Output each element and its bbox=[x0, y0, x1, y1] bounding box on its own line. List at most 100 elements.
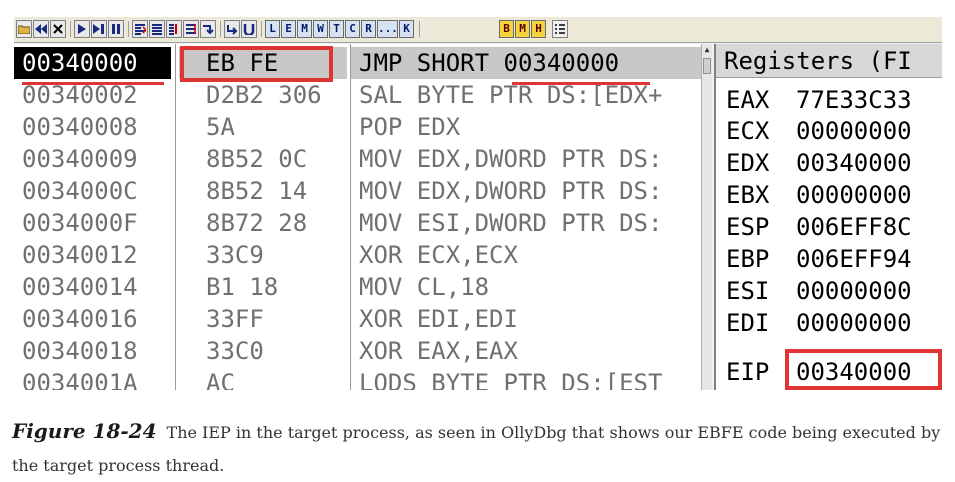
window-button-hardware-breakpoints[interactable]: H bbox=[531, 20, 546, 38]
disasm-address: 00340016 bbox=[22, 305, 138, 333]
disassembly-pane[interactable]: 00340000 EB FE JMP SHORT 00340000 00340002 D… bbox=[14, 44, 712, 390]
disasm-hex-bytes: B1 18 bbox=[206, 273, 279, 301]
window-button-breakpoints[interactable]: B bbox=[499, 20, 514, 38]
close-icon[interactable] bbox=[50, 20, 66, 38]
disasm-instruction: JMP SHORT 00340000 bbox=[351, 47, 701, 79]
register-row[interactable]: EBP 006EFF94 bbox=[726, 243, 912, 275]
disasm-instruction: XOR EAX,EAX bbox=[359, 337, 518, 365]
disasm-instruction: POP EDX bbox=[359, 113, 461, 141]
disasm-row[interactable]: 00340018 33C0 XOR EAX,EAX bbox=[14, 335, 711, 367]
user-icon[interactable] bbox=[241, 20, 257, 38]
eip-highlight-box bbox=[785, 349, 942, 390]
register-name: ECX bbox=[726, 117, 770, 145]
disasm-hex-bytes: AC bbox=[206, 369, 235, 390]
run-icon[interactable] bbox=[74, 20, 90, 38]
registers-header: Registers (FI bbox=[716, 44, 942, 78]
register-value: 00000000 bbox=[796, 181, 912, 209]
disasm-address: 0034001A bbox=[22, 369, 138, 390]
register-value: 00340000 bbox=[796, 149, 912, 177]
scroll-up-arrow-icon[interactable]: ▲ bbox=[702, 44, 712, 56]
toolbar-separator bbox=[261, 21, 262, 37]
window-button-windows[interactable]: W bbox=[313, 20, 328, 38]
vertical-scrollbar[interactable]: ▲ bbox=[701, 44, 712, 390]
column-separator bbox=[350, 44, 351, 390]
trace-over-icon[interactable] bbox=[183, 20, 199, 38]
open-folder-icon[interactable] bbox=[16, 20, 32, 38]
window-button-memory[interactable]: M bbox=[297, 20, 312, 38]
register-name: EDX bbox=[726, 149, 770, 177]
register-value: 006EFF8C bbox=[796, 213, 912, 241]
disasm-address: 00340008 bbox=[22, 113, 138, 141]
register-value: 77E33C33 bbox=[796, 86, 912, 114]
disasm-hex-bytes: 33C0 bbox=[206, 337, 264, 365]
window-button-references[interactable]: R bbox=[361, 20, 376, 38]
disasm-row[interactable]: 00340012 33C9 XOR ECX,ECX bbox=[14, 239, 711, 271]
disasm-address: 00340000 bbox=[14, 47, 171, 79]
register-value: 00000000 bbox=[796, 277, 912, 305]
disasm-address: 0034000C bbox=[22, 177, 138, 205]
disasm-row[interactable]: 00340014 B1 18 MOV CL,18 bbox=[14, 271, 711, 303]
disasm-hex-bytes: 8B52 14 bbox=[206, 177, 308, 205]
disasm-row[interactable]: 0034001A AC LODS BYTE PTR DS:[EST bbox=[14, 367, 711, 390]
window-button-threads[interactable]: T bbox=[329, 20, 344, 38]
window-button-modules[interactable]: E bbox=[281, 20, 296, 38]
disasm-hex-bytes: 5A bbox=[206, 113, 235, 141]
register-row[interactable]: ECX 00000000 bbox=[726, 115, 912, 147]
register-name: EBX bbox=[726, 181, 770, 209]
disasm-instruction: MOV EDX,DWORD PTR DS: bbox=[359, 177, 663, 205]
disasm-instruction: MOV EDX,DWORD PTR DS: bbox=[359, 145, 663, 173]
register-name: ESP bbox=[726, 213, 770, 241]
register-row[interactable]: EAX 77E33C33 bbox=[726, 84, 912, 116]
window-button-memory-breakpoints[interactable]: M bbox=[515, 20, 530, 38]
disasm-row[interactable]: 00340009 8B52 0C MOV EDX,DWORD PTR DS: bbox=[14, 143, 711, 175]
register-value: 00000000 bbox=[796, 117, 912, 145]
disasm-row[interactable]: 00340016 33FF XOR EDI,EDI bbox=[14, 303, 711, 335]
register-row[interactable]: EDI 00000000 bbox=[726, 307, 912, 339]
run-thread-icon[interactable] bbox=[91, 20, 107, 38]
trace-into-icon[interactable] bbox=[166, 20, 182, 38]
toolbar-separator bbox=[220, 21, 221, 37]
register-row[interactable]: ESP 006EFF8C bbox=[726, 211, 912, 243]
step-over-icon[interactable] bbox=[149, 20, 165, 38]
registers-pane[interactable]: Registers (FI EAX 77E33C33 ECX 00000000 EDX 0… bbox=[714, 44, 942, 390]
disasm-hex-bytes: 33C9 bbox=[206, 241, 264, 269]
disasm-hex-bytes: 8B72 28 bbox=[206, 209, 308, 237]
ollydbg-screenshot: L E M W T C R ... K B M H 00340000 EB FE J… bbox=[14, 17, 942, 390]
disasm-address: 0034000F bbox=[22, 209, 138, 237]
register-name: EBP bbox=[726, 245, 770, 273]
step-into-icon[interactable] bbox=[132, 20, 148, 38]
register-value: 00000000 bbox=[796, 309, 912, 337]
register-name: ESI bbox=[726, 277, 770, 305]
window-button-log[interactable]: L bbox=[265, 20, 280, 38]
disasm-address: 00340012 bbox=[22, 241, 138, 269]
jump-target-underline bbox=[512, 82, 650, 85]
disasm-address: 00340009 bbox=[22, 145, 138, 173]
disasm-row[interactable]: 00340008 5A POP EDX bbox=[14, 111, 711, 143]
toolbar-separator bbox=[70, 21, 71, 37]
disasm-instruction: LODS BYTE PTR DS:[EST bbox=[359, 369, 663, 390]
register-row[interactable]: ESI 00000000 bbox=[726, 275, 912, 307]
register-row[interactable]: EDX 00340000 bbox=[726, 147, 912, 179]
disasm-row[interactable]: 0034000F 8B72 28 MOV ESI,DWORD PTR DS: bbox=[14, 207, 711, 239]
opcode-highlight-box bbox=[180, 46, 333, 82]
go-to-icon[interactable] bbox=[224, 20, 240, 38]
disasm-row-selected[interactable]: 00340000 EB FE JMP SHORT 00340000 bbox=[14, 47, 711, 79]
list-menu-icon[interactable] bbox=[552, 20, 568, 38]
window-button-cpu[interactable]: C bbox=[345, 20, 360, 38]
execute-till-return-icon[interactable] bbox=[200, 20, 216, 38]
rewind-icon[interactable] bbox=[33, 20, 49, 38]
toolbar-separator bbox=[128, 21, 129, 37]
register-name: EAX bbox=[726, 86, 770, 114]
address-underline bbox=[22, 82, 164, 85]
window-button-call-stack[interactable]: K bbox=[399, 20, 414, 38]
register-row[interactable]: EBX 00000000 bbox=[726, 179, 912, 211]
disasm-instruction: XOR ECX,ECX bbox=[359, 241, 518, 269]
register-name: EDI bbox=[726, 309, 770, 337]
disasm-row[interactable]: 0034000C 8B52 14 MOV EDX,DWORD PTR DS: bbox=[14, 175, 711, 207]
pause-icon[interactable] bbox=[108, 20, 124, 38]
disasm-address: 00340014 bbox=[22, 273, 138, 301]
scrollbar-thumb[interactable] bbox=[703, 58, 711, 74]
disasm-instruction: MOV CL,18 bbox=[359, 273, 490, 301]
window-button-run-trace[interactable]: ... bbox=[377, 20, 398, 38]
disasm-hex-bytes: D2B2 306 bbox=[206, 81, 322, 109]
